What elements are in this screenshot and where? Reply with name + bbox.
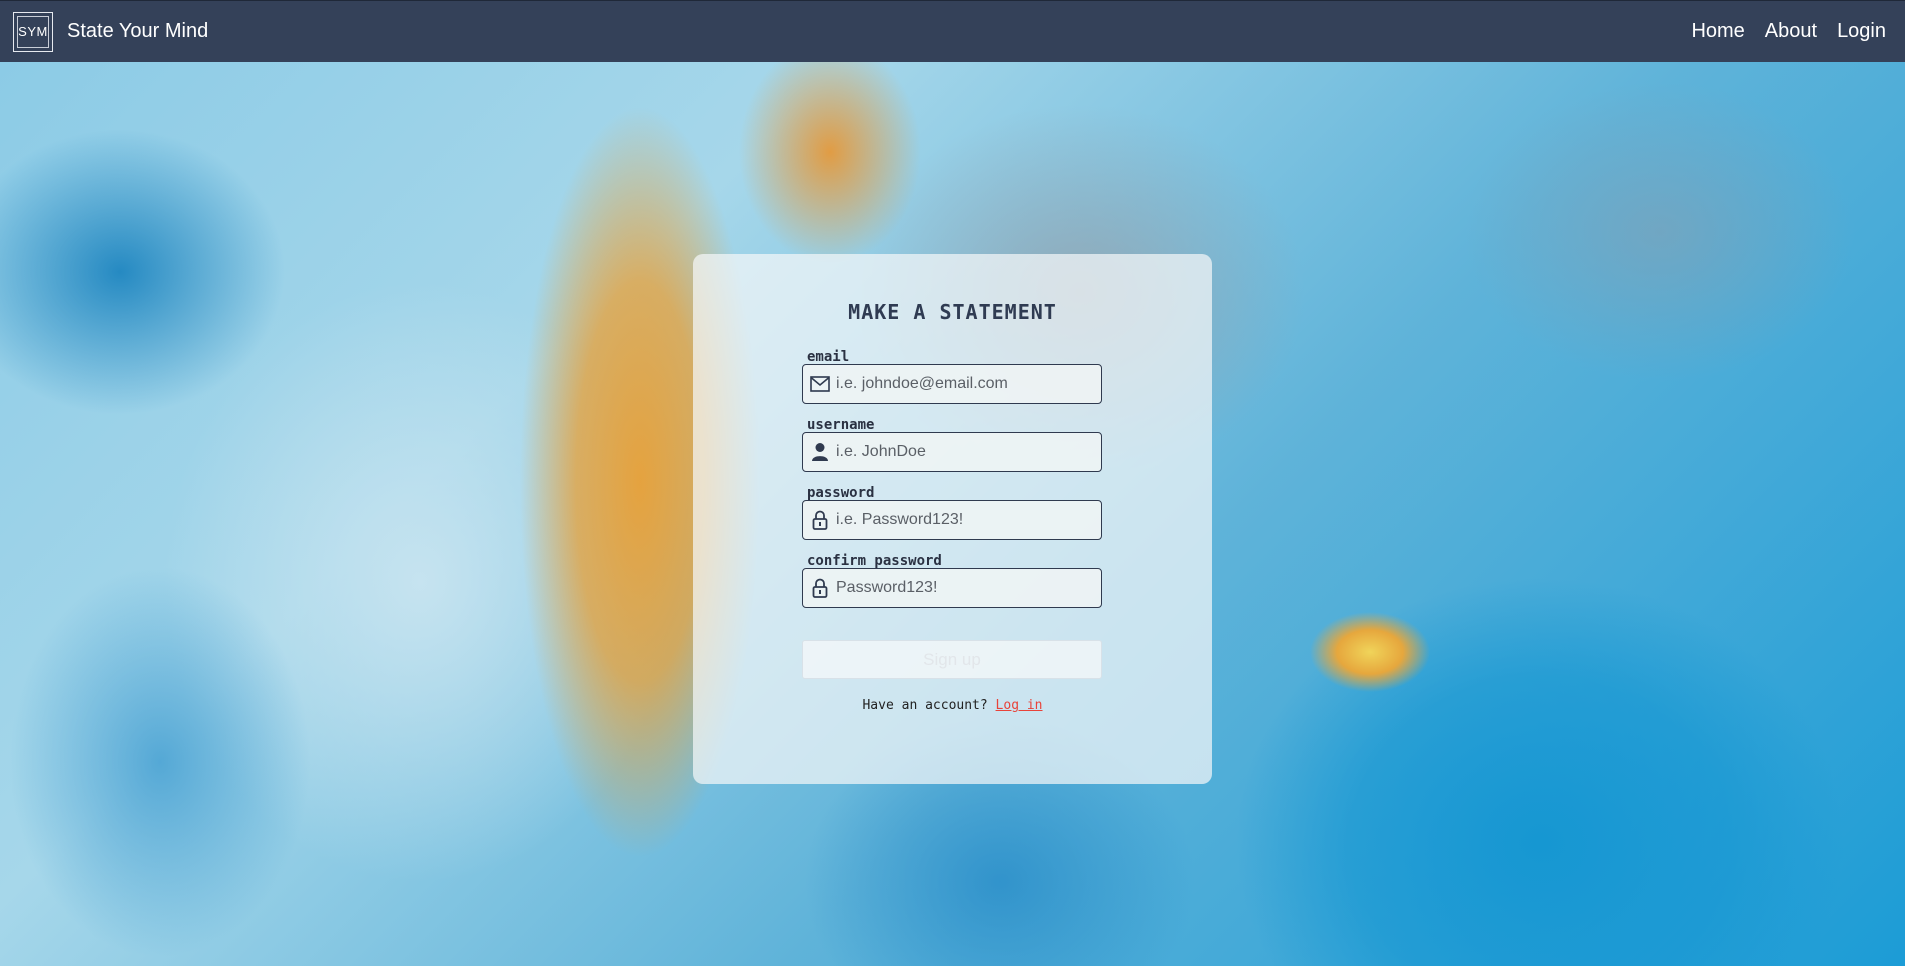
username-label: username <box>807 417 875 433</box>
password-input[interactable] <box>834 510 1101 530</box>
confirm-password-field-group: confirm password <box>802 553 1102 608</box>
envelope-icon <box>809 373 831 395</box>
nav-links: Home About Login <box>1671 20 1886 43</box>
confirm-password-input[interactable] <box>834 578 1101 598</box>
lock-icon <box>809 509 831 531</box>
password-input-wrapper[interactable] <box>802 500 1102 540</box>
signup-card: MAKE A STATEMENT email username password <box>693 254 1212 784</box>
login-link[interactable]: Log in <box>996 698 1043 713</box>
account-prompt-text: Have an account? <box>862 698 988 713</box>
nav-link-about[interactable]: About <box>1765 20 1817 43</box>
username-input-wrapper[interactable] <box>802 432 1102 472</box>
username-input[interactable] <box>834 442 1101 462</box>
lock-icon <box>809 577 831 599</box>
logo[interactable]: SYM <box>13 11 53 52</box>
brand[interactable]: SYM State Your Mind <box>13 11 208 52</box>
email-input[interactable] <box>834 374 1101 394</box>
email-input-wrapper[interactable] <box>802 364 1102 404</box>
brand-name[interactable]: State Your Mind <box>67 20 208 43</box>
form-title: MAKE A STATEMENT <box>848 300 1057 324</box>
login-prompt: Have an account? Log in <box>693 698 1212 713</box>
user-icon <box>809 441 831 463</box>
nav-link-login[interactable]: Login <box>1837 20 1886 43</box>
password-label: password <box>807 485 875 501</box>
logo-text: SYM <box>18 24 48 39</box>
navbar: SYM State Your Mind Home About Login <box>0 0 1905 62</box>
confirm-password-input-wrapper[interactable] <box>802 568 1102 608</box>
email-label: email <box>807 349 850 365</box>
username-field-group: username <box>802 417 1102 472</box>
nav-link-home[interactable]: Home <box>1691 20 1744 43</box>
email-field-group: email <box>802 349 1102 404</box>
signup-button[interactable]: Sign up <box>802 640 1102 679</box>
confirm-password-label: confirm password <box>807 553 942 569</box>
password-field-group: password <box>802 485 1102 540</box>
